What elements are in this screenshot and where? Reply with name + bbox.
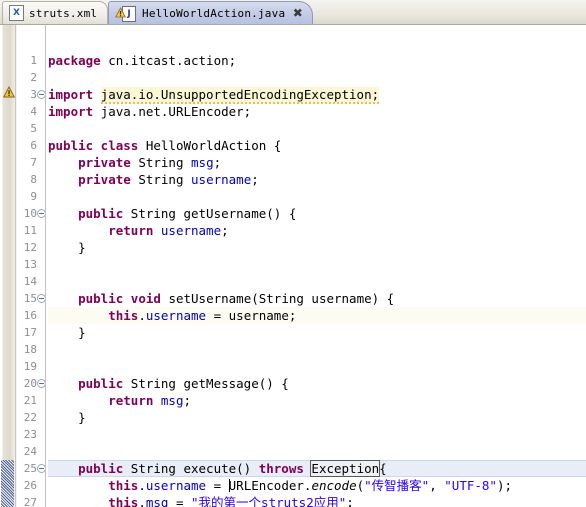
code-line-7[interactable]: private String msg; [48,154,221,171]
code-line-6[interactable]: public class HelloWorldAction { [48,137,281,154]
tab-struts-xml[interactable]: X struts.xml [2,1,109,24]
close-icon[interactable]: ✖ [291,7,304,20]
line-number-16: 16 [23,309,37,322]
line-number-27: 27 [23,496,37,507]
code-line-19[interactable] [48,358,56,375]
code-line-25[interactable]: public String execute() throws Exception… [48,460,387,477]
code-line-11[interactable]: return username; [48,222,228,239]
code-line-5[interactable] [48,120,56,137]
code-line-23[interactable] [48,426,56,443]
code-line-9[interactable] [48,188,56,205]
line-number-7: 7 [30,156,37,169]
line-number-5: 5 [30,122,37,135]
line-number-9: 9 [30,190,37,203]
occurrence-highlight-exception[interactable]: Exception [310,460,381,477]
code-line-15[interactable]: public void setUsername(String username)… [48,290,394,307]
tab-label-helloworldaction-java: HelloWorldAction.java [142,6,286,20]
code-line-18[interactable] [48,341,56,358]
code-line-16[interactable]: this.username = username; [48,307,296,324]
editor-tab-bar: X struts.xml J HelloWorldAction.java ✖ [0,0,586,25]
code-line-13[interactable] [48,256,56,273]
code-line-12[interactable]: } [48,239,86,256]
java-file-warning-icon: J [115,5,137,22]
line-number-2: 2 [30,71,37,84]
line-number-20: 20 [23,377,37,390]
code-line-3[interactable]: import java.io.UnsupportedEncodingExcept… [48,86,380,104]
line-number-24: 24 [23,445,37,458]
line-number-8: 8 [30,173,37,186]
line-number-25: 25 [23,462,37,475]
code-line-17[interactable]: } [48,324,86,341]
line-number-26: 26 [23,479,37,492]
line-number-10: 10 [23,207,37,220]
line-number-3: 3 [30,88,37,101]
code-line-14[interactable] [48,273,56,290]
tab-helloworldaction-java[interactable]: J HelloWorldAction.java ✖ [108,1,314,24]
line-number-12: 12 [23,241,37,254]
line-number-14: 14 [23,275,37,288]
code-area[interactable]: package cn.itcast.action; import java.io… [48,25,586,507]
line-number-4: 4 [30,105,37,118]
code-line-21[interactable]: return msg; [48,392,191,409]
code-line-26[interactable]: this.username = URLEncoder.encode("传智播客"… [48,477,512,494]
code-line-10[interactable]: public String getUsername() { [48,205,296,222]
line-number-23: 23 [23,428,37,441]
code-line-22[interactable]: } [48,409,86,426]
line-number-21: 21 [23,394,37,407]
warning-marker-icon[interactable] [3,86,15,98]
tab-label-struts-xml: struts.xml [29,6,98,20]
changed-lines-marker [1,460,14,507]
code-line-20[interactable]: public String getMessage() { [48,375,289,392]
code-line-8[interactable]: private String username; [48,171,259,188]
code-line-1[interactable]: package cn.itcast.action; [48,52,236,69]
line-number-22: 22 [23,411,37,424]
xml-file-icon: X [9,5,24,21]
line-number-17: 17 [23,326,37,339]
line-number-15: 15 [23,292,37,305]
line-number-1: 1 [30,54,37,67]
code-line-27[interactable]: this.msg = "我的第一个struts2应用"; [48,494,354,507]
line-number-ruler: 1 2 3 4 5 6 7 8 9 10 11 12 13 14 15 16 17 18 19 20 21 22 23 24 2… [17,25,37,507]
line-number-18: 18 [23,343,37,356]
code-line-2[interactable] [48,69,56,86]
java-source-editor[interactable]: 1 2 3 4 5 6 7 8 9 10 11 12 13 14 15 16 17 18 19 20 21 22 23 24 2… [0,25,586,507]
warning-triangle-icon [115,7,126,18]
line-number-11: 11 [23,224,37,237]
line-number-19: 19 [23,360,37,373]
line-number-6: 6 [30,139,37,152]
eclipse-editor-window: X struts.xml J HelloWorldAction.java ✖ 1… [0,0,586,507]
code-line-24[interactable] [48,443,56,460]
line-number-13: 13 [23,258,37,271]
gutter-separator [45,25,46,507]
code-line-4[interactable]: import java.net.URLEncoder; [48,103,251,120]
annotation-ruler-edge [15,25,16,507]
